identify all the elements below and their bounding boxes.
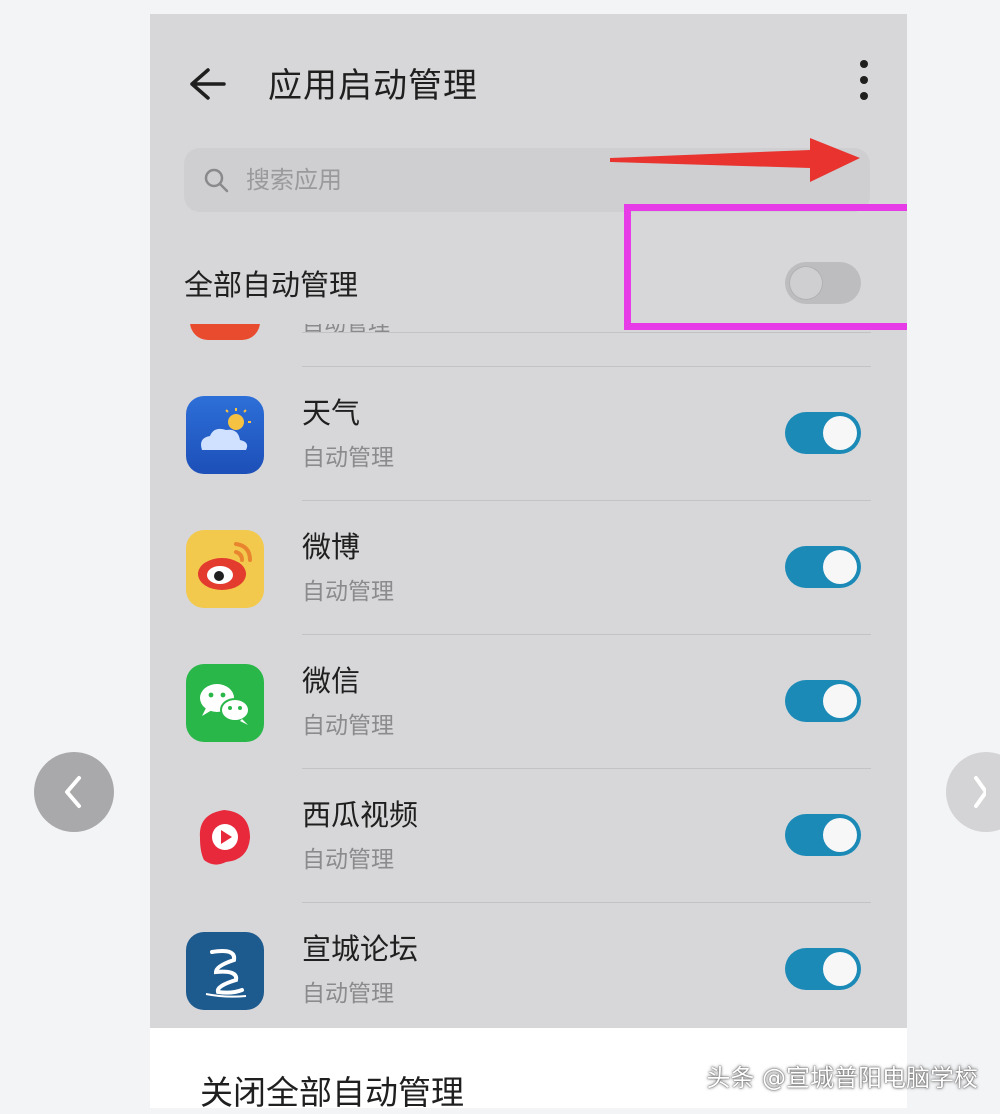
xuancheng-forum-toggle[interactable] (785, 948, 861, 990)
highlight-annotation-box (624, 204, 907, 330)
toggle-knob (823, 684, 857, 718)
list-item-partial: 自动管理 (150, 324, 907, 364)
weibo-toggle[interactable] (785, 546, 861, 588)
list-item-xigua-video[interactable]: 西瓜视频 自动管理 (150, 768, 907, 902)
app-icon-partial (190, 324, 260, 340)
search-icon (204, 168, 229, 193)
xigua-video-toggle[interactable] (785, 814, 861, 856)
list-item-xuancheng-forum[interactable]: 宣城论坛 自动管理 (150, 902, 907, 1028)
list-item-weather[interactable]: 天气 自动管理 (150, 366, 907, 500)
xigua-video-app-icon (186, 798, 264, 876)
toggle-knob (823, 818, 857, 852)
toggle-knob (823, 550, 857, 584)
app-name: 天气 (302, 396, 361, 430)
weather-app-icon (186, 396, 264, 474)
xuancheng-forum-app-icon (186, 932, 264, 1010)
all-auto-manage-label: 全部自动管理 (184, 268, 359, 302)
caption-heading: 关闭全部自动管理 (200, 1073, 464, 1112)
wechat-app-icon (186, 664, 264, 742)
app-name: 西瓜视频 (302, 798, 419, 832)
toggle-knob (823, 952, 857, 986)
weibo-app-icon (186, 530, 264, 608)
watermark: 头条 @宣城普阳电脑学校 (706, 1064, 978, 1092)
phone-screen: 应用启动管理 全部自动管理 自动管理 (150, 14, 907, 1028)
app-status: 自动管理 (302, 847, 394, 873)
app-status: 自动管理 (302, 579, 394, 605)
app-name: 宣城论坛 (302, 932, 419, 966)
list-item-weibo[interactable]: 微博 自动管理 (150, 500, 907, 634)
app-name: 微信 (302, 664, 361, 698)
list-item-wechat[interactable]: 微信 自动管理 (150, 634, 907, 768)
carousel-prev-button[interactable] (34, 752, 114, 832)
weather-toggle[interactable] (785, 412, 861, 454)
app-status: 自动管理 (302, 981, 394, 1007)
app-status: 自动管理 (302, 445, 394, 471)
app-name: 微博 (302, 530, 361, 564)
app-status: 自动管理 (302, 324, 391, 337)
app-header: 应用启动管理 (150, 14, 907, 134)
wechat-toggle[interactable] (785, 680, 861, 722)
annotation-arrow-icon (610, 138, 860, 182)
more-options-icon[interactable] (849, 58, 879, 102)
page-title: 应用启动管理 (268, 66, 478, 106)
toggle-knob (823, 416, 857, 450)
chevron-left-icon (65, 776, 81, 808)
back-arrow-icon[interactable] (184, 62, 228, 106)
divider (302, 332, 871, 333)
app-status: 自动管理 (302, 713, 394, 739)
